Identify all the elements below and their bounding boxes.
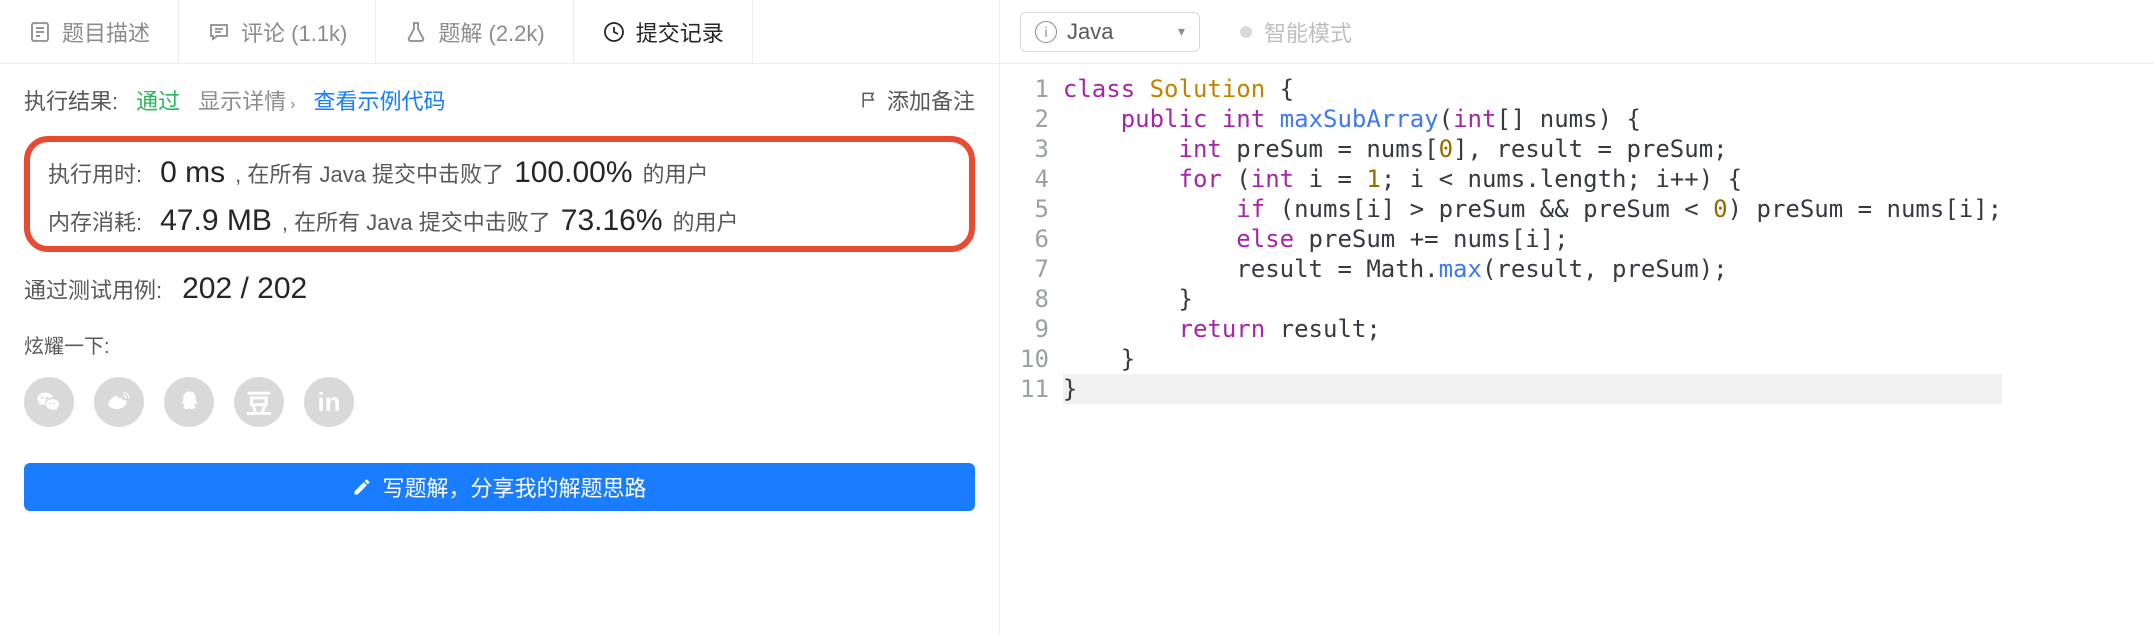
memory-label: 内存消耗: (48, 205, 142, 237)
share-weibo-button[interactable] (94, 377, 144, 427)
chevron-down-icon: ▾ (1178, 23, 1185, 40)
pencil-icon (352, 477, 372, 497)
view-sample-code-link[interactable]: 查看示例代码 (313, 84, 445, 116)
share-label: 炫耀一下: (24, 330, 975, 359)
code-line[interactable]: if (nums[i] > preSum && preSum < 0) preS… (1063, 194, 2002, 224)
runtime-percent: 100.00% (514, 156, 632, 190)
line-number: 7 (1020, 254, 1049, 284)
code-line[interactable]: public int maxSubArray(int[] nums) { (1063, 104, 2002, 134)
tab-label: 题解 (2.2k) (438, 16, 544, 48)
memory-value: 47.9 MB (160, 204, 272, 238)
testcase-label: 通过测试用例: (24, 273, 162, 305)
line-number: 9 (1020, 314, 1049, 344)
runtime-label: 执行用时: (48, 157, 142, 189)
comment-icon (207, 20, 231, 44)
code-line[interactable]: } (1063, 374, 2002, 404)
runtime-suffix: 的用户 (643, 157, 709, 189)
result-label: 执行结果: (24, 84, 118, 116)
line-number: 4 (1020, 164, 1049, 194)
code-line[interactable]: int preSum = nums[0], result = preSum; (1063, 134, 2002, 164)
result-status: 通过 (136, 84, 180, 116)
share-douban-button[interactable]: 豆 (234, 377, 284, 427)
tab-submissions[interactable]: 提交记录 (574, 0, 753, 63)
code-line[interactable]: class Solution { (1063, 74, 2002, 104)
language-select[interactable]: i Java ▾ (1020, 12, 1200, 52)
flag-icon (859, 90, 879, 110)
language-label: Java (1067, 19, 1113, 45)
line-number: 5 (1020, 194, 1049, 224)
smart-mode-toggle[interactable]: 智能模式 (1240, 16, 1352, 48)
memory-line: 内存消耗: 47.9 MB , 在所有 Java 提交中击败了 73.16% 的… (48, 204, 951, 238)
info-icon: i (1035, 21, 1057, 43)
code-line[interactable]: } (1063, 344, 2002, 374)
code-editor[interactable]: 1234567891011 class Solution { public in… (1000, 64, 2154, 634)
memory-prefix: , 在所有 Java 提交中击败了 (282, 205, 551, 237)
tab-label: 题目描述 (62, 16, 150, 48)
testcase-line: 通过测试用例: 202 / 202 (24, 272, 975, 306)
linkedin-icon: in (317, 387, 340, 418)
description-icon (28, 20, 52, 44)
line-number: 6 (1020, 224, 1049, 254)
testcase-value: 202 / 202 (182, 272, 307, 306)
qq-icon (175, 388, 203, 416)
line-gutter: 1234567891011 (1000, 64, 1063, 634)
runtime-prefix: , 在所有 Java 提交中击败了 (235, 157, 504, 189)
weibo-icon (105, 388, 133, 416)
performance-highlight-box: 执行用时: 0 ms , 在所有 Java 提交中击败了 100.00% 的用户… (24, 136, 975, 252)
tab-bar: 题目描述 评论 (1.1k) 题解 (2.2k) 提交记录 (0, 0, 999, 64)
line-number: 3 (1020, 134, 1049, 164)
share-linkedin-button[interactable]: in (304, 377, 354, 427)
line-number: 1 (1020, 74, 1049, 104)
code-line[interactable]: result = Math.max(result, preSum); (1063, 254, 2002, 284)
runtime-line: 执行用时: 0 ms , 在所有 Java 提交中击败了 100.00% 的用户 (48, 156, 951, 190)
tab-description[interactable]: 题目描述 (0, 0, 179, 63)
memory-suffix: 的用户 (673, 205, 739, 237)
tab-comments[interactable]: 评论 (1.1k) (179, 0, 376, 63)
chevron-right-icon: › (290, 96, 295, 113)
share-qq-button[interactable] (164, 377, 214, 427)
tab-label: 评论 (1.1k) (241, 16, 347, 48)
code-content[interactable]: class Solution { public int maxSubArray(… (1063, 64, 2002, 634)
douban-icon: 豆 (246, 384, 272, 421)
share-wechat-button[interactable] (24, 377, 74, 427)
write-solution-button[interactable]: 写题解，分享我的解题思路 (24, 463, 975, 511)
add-note-button[interactable]: 添加备注 (859, 84, 975, 116)
history-icon (602, 20, 626, 44)
line-number: 10 (1020, 344, 1049, 374)
status-dot-icon (1240, 26, 1252, 38)
runtime-value: 0 ms (160, 156, 225, 190)
code-line[interactable]: else preSum += nums[i]; (1063, 224, 2002, 254)
editor-toolbar: i Java ▾ 智能模式 (1000, 0, 2154, 64)
wechat-icon (35, 388, 63, 416)
line-number: 2 (1020, 104, 1049, 134)
tab-label: 提交记录 (636, 16, 724, 48)
code-line[interactable]: return result; (1063, 314, 2002, 344)
show-details-link[interactable]: 显示详情› (198, 84, 295, 116)
line-number: 8 (1020, 284, 1049, 314)
flask-icon (404, 20, 428, 44)
code-line[interactable]: } (1063, 284, 2002, 314)
code-line[interactable]: for (int i = 1; i < nums.length; i++) { (1063, 164, 2002, 194)
tab-solutions[interactable]: 题解 (2.2k) (376, 0, 573, 63)
share-icons-row: 豆 in (24, 377, 975, 427)
line-number: 11 (1020, 374, 1049, 404)
memory-percent: 73.16% (561, 204, 663, 238)
